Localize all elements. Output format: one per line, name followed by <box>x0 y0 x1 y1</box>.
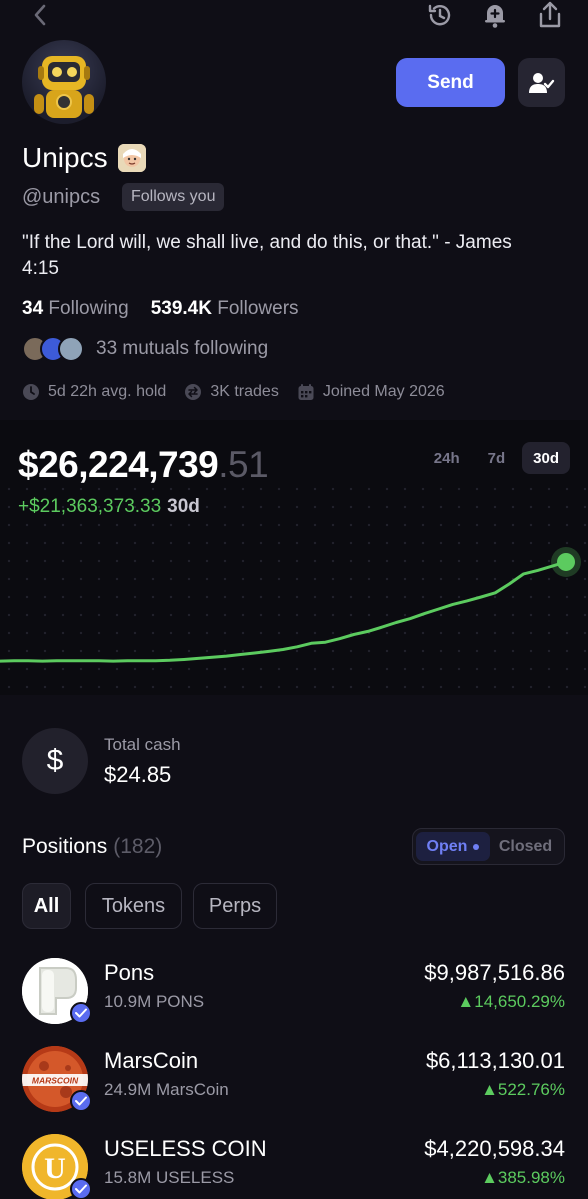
positions-title: Positions (182) <box>22 835 163 858</box>
open-closed-toggle: Open Closed <box>412 828 565 865</box>
avg-hold-item: 5d 22h avg. hold <box>22 383 166 401</box>
total-cash-value: $24.85 <box>104 762 172 787</box>
profile-name: Unipcs <box>22 142 108 173</box>
notification-bell-add-icon[interactable] <box>477 0 513 30</box>
token-name: MarsCoin <box>104 1048 199 1073</box>
token-amount: 24.9M MarsCoin <box>104 1080 229 1099</box>
profile-bio: "If the Lord will, we shall live, and do… <box>22 232 512 279</box>
name-emoji-icon <box>117 144 146 172</box>
portfolio-line-chart[interactable] <box>0 420 588 695</box>
back-chevron-icon[interactable] <box>22 0 58 30</box>
token-amount: 15.8M USELESS <box>104 1168 235 1187</box>
positions-count: (182) <box>113 835 163 858</box>
token-value: $4,220,598.34 <box>424 1136 565 1161</box>
token-name: Pons <box>104 960 155 985</box>
verified-badge-icon <box>70 1002 92 1024</box>
portfolio-chart-section: $26,224,739.51 +$21,363,373.33 30d 24h 7d… <box>0 420 588 695</box>
calendar-icon <box>297 383 315 401</box>
total-cash-label: Total cash <box>104 735 181 754</box>
svg-text:U: U <box>44 1152 66 1185</box>
token-change: ▲522.76% <box>481 1080 565 1099</box>
active-dot-icon <box>473 843 480 850</box>
svg-text:MARSCOIN: MARSCOIN <box>32 1076 79 1086</box>
follow-stats: 34 Following 539.4K Followers <box>22 298 299 320</box>
mutuals-text: 33 mutuals following <box>96 338 269 359</box>
profile-name-row: Unipcs <box>22 142 146 174</box>
toggle-closed[interactable]: Closed <box>490 832 561 861</box>
joined-item: Joined May 2026 <box>297 383 445 401</box>
follows-you-badge: Follows you <box>122 183 225 211</box>
filter-tokens[interactable]: Tokens <box>85 883 182 929</box>
profile-handle: @unipcs <box>22 186 101 208</box>
verified-badge-icon <box>70 1178 92 1199</box>
token-value: $9,987,516.86 <box>424 960 565 985</box>
token-name: USELESS COIN <box>104 1136 267 1161</box>
followers-stat[interactable]: 539.4K Followers <box>151 298 299 320</box>
position-row-useless-coin[interactable]: U USELESS COIN 15.8M USELESS $4,220,598.… <box>0 1134 588 1199</box>
trades-item: 3K trades <box>184 383 279 401</box>
filter-all[interactable]: All <box>22 883 71 929</box>
profile-meta: 5d 22h avg. hold 3K trades Joined May 20… <box>22 383 445 401</box>
dollar-icon: $ <box>22 728 88 794</box>
filter-perps[interactable]: Perps <box>193 883 277 929</box>
following-stat[interactable]: 34 Following <box>22 298 129 320</box>
history-icon[interactable] <box>422 0 458 30</box>
mutual-avatar <box>58 336 84 362</box>
position-row-pons[interactable]: Pons 10.9M PONS $9,987,516.86 ▲14,650.29… <box>0 958 588 1038</box>
position-row-marscoin[interactable]: MARSCOIN MarsCoin 24.9M MarsCoin $6,113,… <box>0 1046 588 1126</box>
clock-icon <box>22 383 40 401</box>
chart-endpoint-dot <box>557 552 575 571</box>
user-check-icon <box>528 72 554 93</box>
swap-icon <box>184 383 202 401</box>
token-amount: 10.9M PONS <box>104 992 205 1011</box>
following-status-button[interactable] <box>518 58 565 107</box>
token-change: ▲385.98% <box>481 1168 565 1187</box>
share-icon[interactable] <box>532 0 568 30</box>
chart-series-line <box>0 560 568 663</box>
mutuals-row[interactable]: 33 mutuals following <box>22 336 268 362</box>
send-button[interactable]: Send <box>396 58 505 107</box>
token-change: ▲14,650.29% <box>457 992 565 1011</box>
profile-avatar[interactable] <box>22 40 106 124</box>
toggle-open[interactable]: Open <box>416 832 490 861</box>
token-value: $6,113,130.01 <box>425 1048 565 1073</box>
verified-badge-icon <box>70 1090 92 1112</box>
